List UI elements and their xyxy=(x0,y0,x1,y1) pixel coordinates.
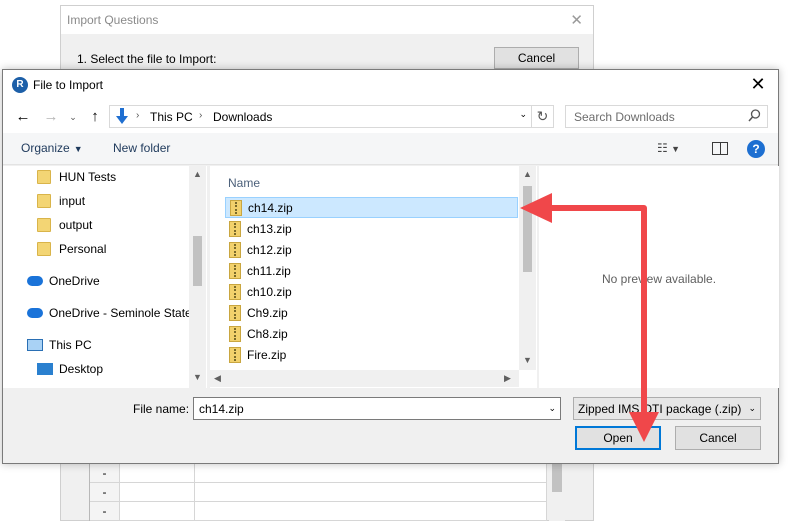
nav-item-personal[interactable]: Personal xyxy=(37,242,106,256)
pc-icon xyxy=(27,339,43,351)
scroll-up-icon: ▲ xyxy=(523,169,532,179)
zip-file-icon xyxy=(229,220,241,237)
name-column-header[interactable]: Name xyxy=(228,176,260,190)
search-icon xyxy=(748,109,761,122)
scroll-up-icon: ▲ xyxy=(193,169,202,179)
breadcrumb-downloads[interactable]: Downloads xyxy=(213,110,272,124)
zip-file-icon xyxy=(229,241,241,258)
address-bar[interactable]: › This PC › Downloads ⌄ ↻ xyxy=(109,105,554,128)
zip-file-icon xyxy=(229,262,241,279)
bg-table-scrollbar[interactable] xyxy=(549,464,565,521)
file-item-ch14[interactable]: ch14.zip xyxy=(225,197,518,218)
bg-cancel-button[interactable]: Cancel xyxy=(494,47,579,69)
file-list-horizontal-scrollbar[interactable]: ◀ ▶ xyxy=(210,370,519,387)
scroll-down-icon: ▼ xyxy=(523,355,532,365)
file-name-value: ch14.zip xyxy=(199,402,244,416)
bg-step-label: 1. Select the file to Import: xyxy=(77,52,217,66)
organize-button[interactable]: Organize ▼ xyxy=(21,141,83,155)
file-type-dropdown-icon[interactable]: ⌄ xyxy=(748,403,756,414)
preview-pane: No preview available. xyxy=(539,166,779,388)
onedrive-icon xyxy=(27,308,43,318)
file-list-vertical-scrollbar[interactable]: ▲ ▼ xyxy=(519,166,536,370)
file-name-input[interactable]: ch14.zip ⌄ xyxy=(193,397,561,420)
nav-item-onedrive-seminole[interactable]: OneDrive - Seminole State xyxy=(27,306,192,320)
folder-icon xyxy=(37,218,51,232)
nav-item-this-pc[interactable]: This PC xyxy=(27,338,92,352)
scroll-down-icon: ▼ xyxy=(193,372,202,382)
scroll-thumb xyxy=(193,236,202,286)
row-marker: - xyxy=(90,483,120,501)
search-placeholder: Search Downloads xyxy=(574,110,675,124)
breadcrumb-separator-icon: › xyxy=(199,110,203,121)
nav-item-onedrive[interactable]: OneDrive xyxy=(27,274,100,288)
file-item-ch11[interactable]: ch11.zip xyxy=(225,260,518,281)
nav-item-output[interactable]: output xyxy=(37,218,92,232)
change-view-icon[interactable]: ☷ ▼ xyxy=(657,141,693,157)
zip-file-icon xyxy=(230,199,242,216)
up-arrow-icon[interactable]: ↑ xyxy=(85,107,105,127)
cancel-button[interactable]: Cancel xyxy=(675,426,761,450)
file-to-import-dialog: R File to Import ✕ ← → ⌄ ↑ › This PC › D… xyxy=(2,69,779,464)
file-item-ch8[interactable]: Ch8.zip xyxy=(225,323,518,344)
scroll-right-icon: ▶ xyxy=(504,373,511,383)
address-dropdown-icon[interactable]: ⌄ xyxy=(519,109,527,120)
file-type-select[interactable]: Zipped IMS QTI package (.zip) ( ⌄ xyxy=(573,397,761,420)
breadcrumb-this-pc[interactable]: This PC xyxy=(150,110,193,124)
search-downloads-input[interactable]: Search Downloads xyxy=(565,105,768,128)
close-icon[interactable]: ✕ xyxy=(746,73,770,97)
download-location-icon xyxy=(116,108,128,124)
breadcrumb-separator-icon: › xyxy=(136,110,140,121)
preview-pane-icon[interactable] xyxy=(712,142,728,155)
new-folder-button[interactable]: New folder xyxy=(113,141,170,155)
bg-close-icon[interactable]: ✕ xyxy=(570,11,583,29)
file-name-label: File name: xyxy=(133,402,190,416)
nav-item-desktop[interactable]: Desktop xyxy=(37,362,103,376)
folder-icon xyxy=(37,170,51,184)
scroll-thumb xyxy=(523,186,532,272)
help-icon[interactable]: ? xyxy=(747,140,765,158)
row-marker: - xyxy=(90,464,120,482)
file-list-pane: Name ch14.zip ch13.zip ch12.zip ch11.zip… xyxy=(210,166,537,388)
zip-file-icon xyxy=(229,304,241,321)
file-item-ch13[interactable]: ch13.zip xyxy=(225,218,518,239)
file-item-fire[interactable]: Fire.zip xyxy=(225,344,518,365)
zip-file-icon xyxy=(229,346,241,363)
caret-down-icon: ▼ xyxy=(73,144,83,154)
open-button[interactable]: Open xyxy=(575,426,661,450)
navigation-bar: ← → ⌄ ↑ › This PC › Downloads ⌄ ↻ Search… xyxy=(3,101,778,133)
row-marker: - xyxy=(90,502,120,520)
folder-icon xyxy=(37,194,51,208)
file-item-ch9[interactable]: Ch9.zip xyxy=(225,302,518,323)
onedrive-icon xyxy=(27,276,43,286)
navigation-pane: HUN Tests input output Personal OneDrive… xyxy=(3,166,207,388)
recent-locations-chevron-icon[interactable]: ⌄ xyxy=(63,107,83,127)
desktop-icon xyxy=(37,363,53,375)
refresh-icon[interactable]: ↻ xyxy=(531,106,553,127)
file-item-ch12[interactable]: ch12.zip xyxy=(225,239,518,260)
command-toolbar: Organize ▼ New folder ☷ ▼ ? xyxy=(3,133,778,165)
nav-item-input[interactable]: input xyxy=(37,194,85,208)
zip-file-icon xyxy=(229,325,241,342)
bg-window-title: Import Questions xyxy=(67,13,159,27)
bg-titlebar: Import Questions ✕ xyxy=(61,6,593,34)
r-app-icon: R xyxy=(12,77,28,93)
table-row[interactable]: - xyxy=(90,483,547,502)
dialog-title: File to Import xyxy=(33,78,104,92)
preview-message: No preview available. xyxy=(602,272,717,286)
nav-item-hun-tests[interactable]: HUN Tests xyxy=(37,170,116,184)
nav-pane-scrollbar[interactable]: ▲ ▼ xyxy=(189,166,206,388)
dialog-titlebar: R File to Import ✕ xyxy=(3,70,778,101)
table-row[interactable]: - xyxy=(90,502,547,521)
forward-arrow-icon[interactable]: → xyxy=(41,107,61,127)
scroll-left-icon: ◀ xyxy=(214,373,221,383)
folder-icon xyxy=(37,242,51,256)
file-type-value: Zipped IMS QTI package (.zip) ( xyxy=(578,402,741,416)
bg-question-table: - - - xyxy=(89,464,547,521)
zip-file-icon xyxy=(229,283,241,300)
file-name-dropdown-icon[interactable]: ⌄ xyxy=(548,403,556,414)
file-item-ch10[interactable]: ch10.zip xyxy=(225,281,518,302)
back-arrow-icon[interactable]: ← xyxy=(13,107,33,127)
table-row[interactable]: - xyxy=(90,464,547,483)
